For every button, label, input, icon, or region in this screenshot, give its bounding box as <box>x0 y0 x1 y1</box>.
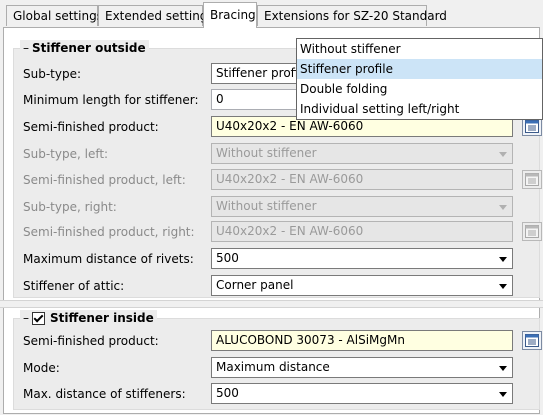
row-subtype-right: Sub-type, right: Without stiffener <box>23 196 533 218</box>
mode-select[interactable]: Maximum distance <box>211 357 513 378</box>
max-rivets-label: Maximum distance of rivets: <box>23 252 194 266</box>
stiffener-outside-label: Stiffener outside <box>32 41 146 55</box>
chevron-down-icon <box>499 257 507 262</box>
tab-global-settings[interactable]: Global settings <box>6 5 103 26</box>
group-splitter[interactable] <box>0 300 543 308</box>
row-semi-finished-right: Semi-finished product, right: U40x20x2 -… <box>23 221 542 243</box>
catalog-icon <box>525 173 539 186</box>
stiffener-outside-title: – Stiffener outside <box>20 40 149 56</box>
subtype-left-value: Without stiffener <box>216 146 317 160</box>
tab-bar: Global settings Extended settings Bracin… <box>0 0 543 28</box>
dropdown-option-individual-setting[interactable]: Individual setting left/right <box>297 99 542 119</box>
max-stiffeners-select[interactable]: 500 <box>211 383 513 404</box>
inside-semi-finished-field[interactable]: ALUCOBOND 30073 - AlSiMgMn <box>211 330 513 351</box>
attic-select[interactable]: Corner panel <box>211 275 513 296</box>
chevron-down-icon <box>499 152 507 157</box>
semi-finished-right-field[interactable]: U40x20x2 - EN AW-6060 <box>211 221 513 242</box>
collapse-dash-icon[interactable]: – <box>23 310 29 326</box>
semi-finished-left-field[interactable]: U40x20x2 - EN AW-6060 <box>211 169 513 190</box>
dropdown-option-stiffener-profile[interactable]: Stiffener profile <box>297 59 542 79</box>
inside-semi-finished-value: ALUCOBOND 30073 - AlSiMgMn <box>216 333 405 347</box>
semi-finished-right-label: Semi-finished product, right: <box>23 225 195 239</box>
catalog-icon <box>525 225 539 238</box>
row-inside-semi-finished: Semi-finished product: ALUCOBOND 30073 -… <box>23 330 542 352</box>
subtype-dropdown-list: Without stiffener Stiffener profile Doub… <box>296 38 543 120</box>
semi-finished-value: U40x20x2 - EN AW-6060 <box>216 119 364 133</box>
row-semi-finished-left: Semi-finished product, left: U40x20x2 - … <box>23 169 542 191</box>
max-stiffeners-label: Max. distance of stiffeners: <box>23 387 186 401</box>
stiffener-inside-title: – Stiffener inside <box>20 310 157 326</box>
collapse-dash-icon[interactable]: – <box>23 40 29 56</box>
stiffener-inside-group: – Stiffener inside Semi-finished product… <box>13 310 542 410</box>
stiffener-inside-checkbox[interactable] <box>32 311 45 325</box>
catalog-icon <box>525 334 539 347</box>
semi-finished-left-value: U40x20x2 - EN AW-6060 <box>216 172 364 186</box>
catalog-icon <box>525 120 539 133</box>
attic-label: Stiffener of attic: <box>23 279 125 293</box>
stiffener-inside-label: Stiffener inside <box>50 311 154 325</box>
row-mode: Mode: Maximum distance <box>23 357 533 379</box>
mode-value: Maximum distance <box>216 360 330 374</box>
attic-value: Corner panel <box>216 278 294 292</box>
max-stiffeners-value: 500 <box>216 386 239 400</box>
min-length-value: 0 <box>216 92 224 106</box>
catalog-picker-right-button[interactable] <box>522 222 542 241</box>
chevron-down-icon <box>499 392 507 397</box>
catalog-picker-left-button[interactable] <box>522 170 542 189</box>
chevron-down-icon <box>499 205 507 210</box>
subtype-right-select[interactable]: Without stiffener <box>211 196 513 217</box>
max-rivets-value: 500 <box>216 251 239 265</box>
tab-extensions-sz20[interactable]: Extensions for SZ-20 Standard <box>257 5 447 26</box>
semi-finished-right-value: U40x20x2 - EN AW-6060 <box>216 224 364 238</box>
inside-semi-finished-label: Semi-finished product: <box>23 334 159 348</box>
tab-extended-settings[interactable]: Extended settings <box>98 5 214 26</box>
dropdown-option-double-folding[interactable]: Double folding <box>297 79 542 99</box>
inside-catalog-picker-button[interactable] <box>522 331 542 350</box>
min-length-label: Minimum length for stiffener: <box>23 93 199 107</box>
semi-finished-label: Semi-finished product: <box>23 120 159 134</box>
subtype-left-select[interactable]: Without stiffener <box>211 143 513 164</box>
max-rivets-select[interactable]: 500 <box>211 248 513 269</box>
subtype-value: Stiffener profile <box>216 66 309 80</box>
subtype-right-label: Sub-type, right: <box>23 200 117 214</box>
subtype-label: Sub-type: <box>23 67 82 81</box>
row-max-stiffeners: Max. distance of stiffeners: 500 <box>23 383 533 405</box>
tab-bracing[interactable]: Bracing <box>203 2 257 28</box>
chevron-down-icon <box>499 366 507 371</box>
row-subtype-left: Sub-type, left: Without stiffener <box>23 143 533 165</box>
row-attic: Stiffener of attic: Corner panel <box>23 275 533 297</box>
subtype-right-value: Without stiffener <box>216 199 317 213</box>
semi-finished-left-label: Semi-finished product, left: <box>23 173 186 187</box>
row-max-rivets: Maximum distance of rivets: 500 <box>23 248 533 270</box>
chevron-down-icon <box>499 284 507 289</box>
mode-label: Mode: <box>23 361 60 375</box>
subtype-left-label: Sub-type, left: <box>23 147 109 161</box>
dropdown-option-without-stiffener[interactable]: Without stiffener <box>297 39 542 59</box>
